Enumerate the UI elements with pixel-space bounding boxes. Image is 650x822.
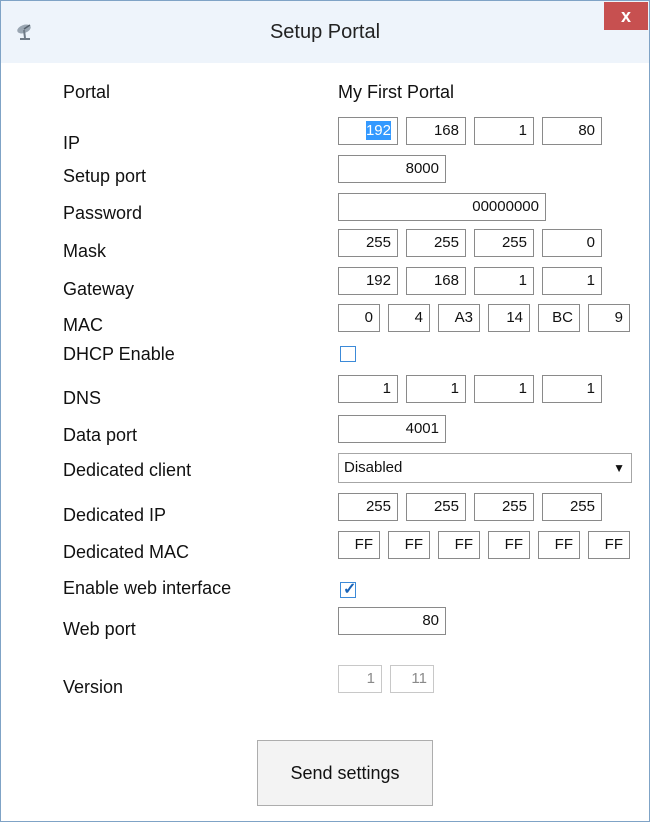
dns-octet-4-field[interactable]: 1 bbox=[542, 375, 602, 403]
checkmark-icon: ✓ bbox=[343, 581, 357, 598]
version-label: Version bbox=[63, 677, 124, 697]
dedicated-client-dropdown[interactable]: Disabled ▼ bbox=[338, 453, 632, 483]
gateway-octet-4-field[interactable]: 1 bbox=[542, 267, 602, 295]
chevron-down-icon: ▼ bbox=[613, 461, 625, 475]
mac-byte-2-field[interactable]: 4 bbox=[388, 304, 430, 332]
portal-label: Portal bbox=[63, 82, 111, 102]
mac-byte-3-field[interactable]: A3 bbox=[438, 304, 480, 332]
version-minor-field: 11 bbox=[390, 665, 434, 693]
mask-octet-1-field[interactable]: 255 bbox=[338, 229, 398, 257]
ip-label: IP bbox=[63, 133, 81, 153]
dedicated-mac-byte-3-field[interactable]: FF bbox=[438, 531, 480, 559]
ip-octet-2-field[interactable]: 168 bbox=[406, 117, 466, 145]
mac-byte-6-field[interactable]: 9 bbox=[588, 304, 630, 332]
mask-label: Mask bbox=[63, 241, 107, 261]
ip-octet-4-field[interactable]: 80 bbox=[542, 117, 602, 145]
dedicated-ip-octet-4-field[interactable]: 255 bbox=[542, 493, 602, 521]
dedicated-mac-label: Dedicated MAC bbox=[63, 542, 190, 562]
dedicated-client-selected: Disabled bbox=[344, 459, 403, 476]
window-title: Setup Portal bbox=[269, 21, 381, 43]
enable-web-interface-label: Enable web interface bbox=[63, 578, 232, 598]
web-port-label: Web port bbox=[63, 619, 136, 639]
mac-byte-4-field[interactable]: 14 bbox=[488, 304, 530, 332]
enable-web-interface-checkbox[interactable]: ✓ bbox=[340, 581, 357, 598]
gateway-octet-2-field[interactable]: 168 bbox=[406, 267, 466, 295]
dhcp-enable-checkbox[interactable] bbox=[340, 346, 356, 362]
mask-octet-2-field[interactable]: 255 bbox=[406, 229, 466, 257]
ip-octet-1-field[interactable]: 192 bbox=[338, 117, 398, 145]
gateway-octet-3-field[interactable]: 1 bbox=[474, 267, 534, 295]
mask-octet-4-field[interactable]: 0 bbox=[542, 229, 602, 257]
dedicated-mac-byte-4-field[interactable]: FF bbox=[488, 531, 530, 559]
version-major-field: 1 bbox=[338, 665, 382, 693]
dedicated-ip-octet-2-field[interactable]: 255 bbox=[406, 493, 466, 521]
data-port-label: Data port bbox=[63, 425, 138, 445]
dedicated-ip-octet-3-field[interactable]: 255 bbox=[474, 493, 534, 521]
setup-port-field[interactable]: 8000 bbox=[338, 155, 446, 183]
dedicated-mac-byte-1-field[interactable]: FF bbox=[338, 531, 380, 559]
dedicated-ip-octet-1-field[interactable]: 255 bbox=[338, 493, 398, 521]
dedicated-mac-byte-2-field[interactable]: FF bbox=[388, 531, 430, 559]
dns-octet-1-field[interactable]: 1 bbox=[338, 375, 398, 403]
title-bar[interactable]: Setup Portal x bbox=[1, 1, 649, 63]
web-port-field[interactable]: 80 bbox=[338, 607, 446, 635]
data-port-field[interactable]: 4001 bbox=[338, 415, 446, 443]
setup-port-label: Setup port bbox=[63, 166, 147, 186]
mac-byte-5-field[interactable]: BC bbox=[538, 304, 580, 332]
dedicated-mac-byte-6-field[interactable]: FF bbox=[588, 531, 630, 559]
gateway-octet-1-field[interactable]: 192 bbox=[338, 267, 398, 295]
dedicated-mac-byte-5-field[interactable]: FF bbox=[538, 531, 580, 559]
gateway-label: Gateway bbox=[63, 279, 135, 299]
dedicated-client-label: Dedicated client bbox=[63, 460, 192, 480]
portal-name: My First Portal bbox=[338, 82, 455, 102]
dns-octet-3-field[interactable]: 1 bbox=[474, 375, 534, 403]
mac-byte-1-field[interactable]: 0 bbox=[338, 304, 380, 332]
dedicated-ip-label: Dedicated IP bbox=[63, 505, 167, 525]
send-settings-button[interactable]: Send settings bbox=[257, 740, 433, 806]
dns-octet-2-field[interactable]: 1 bbox=[406, 375, 466, 403]
mac-label: MAC bbox=[63, 315, 103, 335]
mask-octet-3-field[interactable]: 255 bbox=[474, 229, 534, 257]
ip-octet-3-field[interactable]: 1 bbox=[474, 117, 534, 145]
dhcp-enable-label: DHCP Enable bbox=[63, 344, 175, 364]
password-field[interactable]: 00000000 bbox=[338, 193, 546, 221]
ip-octet-1-selected-text: 192 bbox=[365, 121, 391, 140]
close-button[interactable]: x bbox=[604, 2, 648, 30]
setup-portal-window: Setup Portal x Portal My First Portal IP… bbox=[0, 0, 650, 822]
password-label: Password bbox=[63, 203, 143, 223]
dns-label: DNS bbox=[63, 388, 102, 408]
